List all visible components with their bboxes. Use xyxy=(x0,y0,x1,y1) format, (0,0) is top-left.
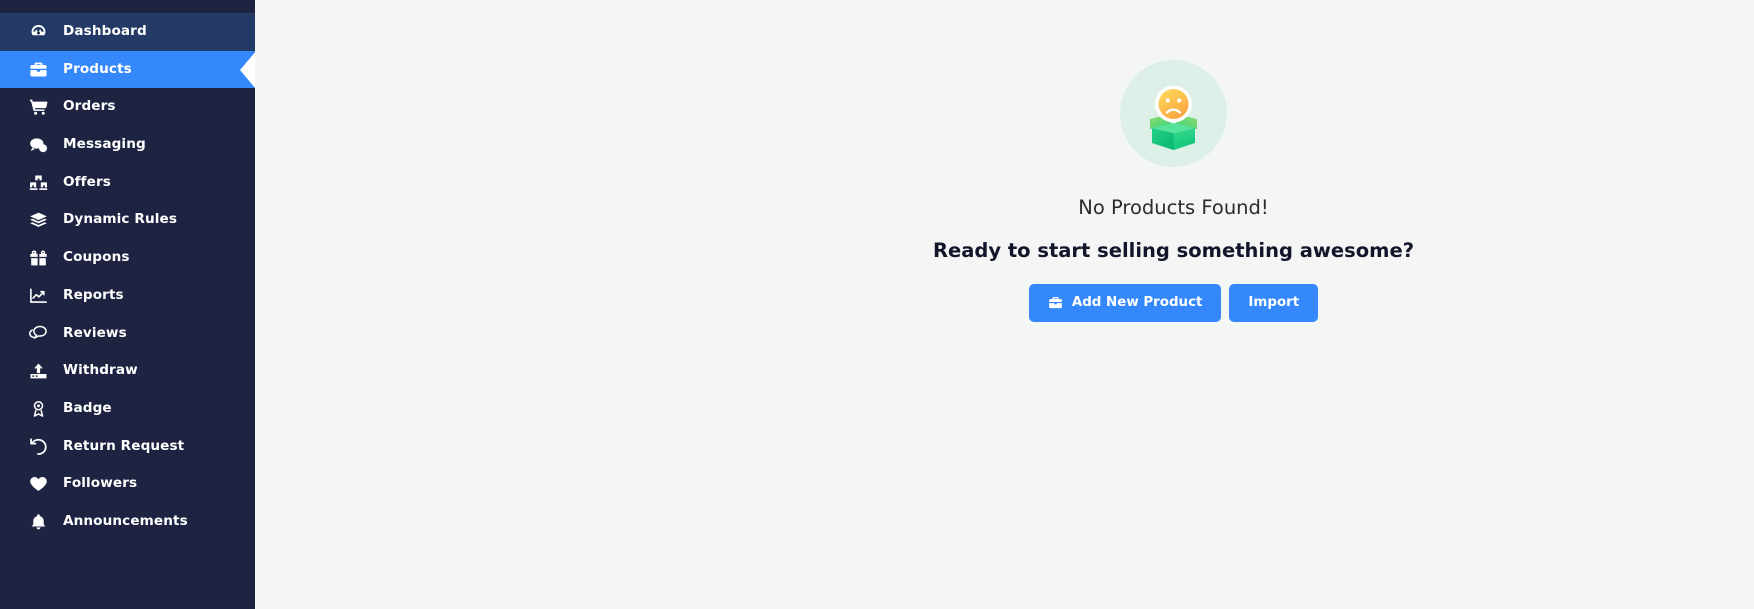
sidebar-item-return-request[interactable]: Return Request xyxy=(0,428,255,466)
sidebar-item-label: Messaging xyxy=(63,136,146,153)
add-new-product-button[interactable]: Add New Product xyxy=(1028,283,1222,322)
import-button[interactable]: Import xyxy=(1229,283,1319,322)
sidebar-item-label: Dashboard xyxy=(63,23,147,40)
sidebar-item-badge[interactable]: Badge xyxy=(0,390,255,428)
briefcase-icon xyxy=(1048,296,1063,310)
upload-icon xyxy=(27,361,49,381)
import-label: Import xyxy=(1248,295,1300,311)
heart-icon xyxy=(27,474,49,494)
sidebar-item-reports[interactable]: Reports xyxy=(0,277,255,315)
sidebar-item-label: Announcements xyxy=(63,512,188,529)
sidebar-item-offers[interactable]: Offers xyxy=(0,164,255,202)
empty-state-products: No Products Found! Ready to start sellin… xyxy=(255,60,1754,322)
sidebar-item-label: Badge xyxy=(63,399,112,416)
comments-icon xyxy=(27,323,49,343)
sidebar-item-label: Offers xyxy=(63,173,111,190)
chart-line-icon xyxy=(27,286,49,306)
sidebar-item-reviews[interactable]: Reviews xyxy=(0,315,255,353)
sidebar-item-label: Return Request xyxy=(63,437,185,454)
sidebar-item-label: Withdraw xyxy=(63,362,138,379)
sidebar-item-coupons[interactable]: Coupons xyxy=(0,239,255,277)
award-medal-icon xyxy=(27,399,49,419)
main-content: No Products Found! Ready to start sellin… xyxy=(255,0,1754,609)
sidebar-item-label: Coupons xyxy=(63,249,130,266)
sad-face-open-box-illustration xyxy=(1120,60,1227,167)
bell-icon xyxy=(27,512,49,532)
sidebar-item-label: Dynamic Rules xyxy=(63,211,178,228)
sidebar-item-label: Reports xyxy=(63,286,124,303)
sidebar-item-label: Products xyxy=(63,60,132,77)
page-title: No Products Found! xyxy=(1078,196,1269,219)
sidebar-item-label: Orders xyxy=(63,98,116,115)
sidebar-item-label: Followers xyxy=(63,475,138,492)
sidebar-item-announcements[interactable]: Announcements xyxy=(0,503,255,541)
app-root: Dashboard Products Orders Messaging Offe… xyxy=(0,0,1754,609)
sidebar-item-withdraw[interactable]: Withdraw xyxy=(0,352,255,390)
sidebar-item-messaging[interactable]: Messaging xyxy=(0,126,255,164)
gift-icon xyxy=(27,248,49,268)
empty-state-subtitle: Ready to start selling something awesome… xyxy=(932,239,1415,263)
chat-bubble-icon xyxy=(27,135,49,155)
undo-arrow-icon xyxy=(27,436,49,456)
sidebar-item-dynamic-rules[interactable]: Dynamic Rules xyxy=(0,201,255,239)
layers-icon xyxy=(27,210,49,230)
sidebar-item-orders[interactable]: Orders xyxy=(0,88,255,126)
sidebar: Dashboard Products Orders Messaging Offe… xyxy=(0,0,255,609)
add-new-product-label: Add New Product xyxy=(1071,295,1203,311)
empty-state-actions: Add New Product Import xyxy=(1028,283,1319,322)
illustration-graphic xyxy=(1150,85,1197,150)
shopping-cart-icon xyxy=(27,97,49,117)
sidebar-item-followers[interactable]: Followers xyxy=(0,465,255,503)
dashboard-gauge-icon xyxy=(27,22,49,42)
sidebar-item-label: Reviews xyxy=(63,324,127,341)
briefcase-icon xyxy=(27,60,49,80)
sidebar-item-dashboard[interactable]: Dashboard xyxy=(0,13,255,51)
boxes-stack-icon xyxy=(27,173,49,193)
sidebar-item-products[interactable]: Products xyxy=(0,50,255,89)
